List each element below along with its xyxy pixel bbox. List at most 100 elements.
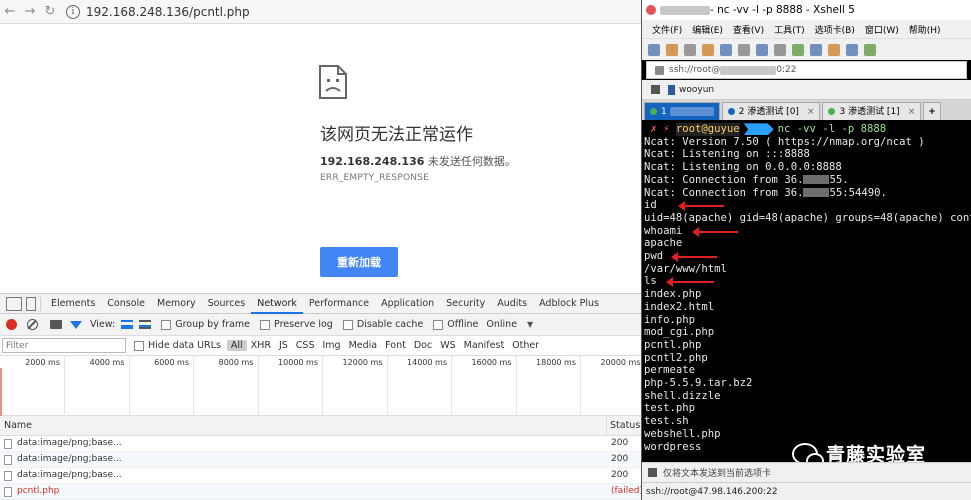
tab-application[interactable]: Application [375, 294, 440, 314]
menu-tools[interactable]: 工具(T) [774, 23, 805, 36]
properties-icon[interactable] [702, 43, 714, 56]
divider [40, 296, 41, 311]
table-row[interactable]: data:image/png;base... 200 [0, 436, 641, 452]
group-by-frame-checkbox[interactable]: Group by frame [161, 319, 250, 330]
type-filter-js[interactable]: JS [275, 340, 292, 351]
address-bar: ← → ↻ i 192.168.248.136/pcntl.php [0, 0, 641, 24]
terminal-output[interactable]: ✗ ⚡ root@guyue nc -vv -l -p 8888 Ncat: Ver… [642, 120, 971, 460]
menu-file[interactable]: 文件(F) [652, 23, 682, 36]
list-view-icon[interactable] [121, 320, 134, 329]
compose-bar[interactable]: 仅将文本发送到当前选项卡 [642, 462, 971, 482]
menu-help[interactable]: 帮助(H) [909, 23, 941, 36]
timeline-tick-label: 16000 ms [471, 358, 512, 367]
terminal-line: shell.dizzle [644, 389, 721, 402]
status-dot-icon [828, 108, 836, 115]
fullscreen-icon[interactable] [846, 43, 858, 56]
divider [606, 416, 607, 436]
bookmark-wooyun[interactable]: wooyun [679, 85, 714, 95]
terminal-line: permeate [644, 364, 696, 377]
tab-adblock-plus[interactable]: Adblock Plus [533, 294, 605, 314]
tab-elements[interactable]: Elements [45, 294, 101, 314]
tab-console[interactable]: Console [101, 294, 151, 314]
menu-edit[interactable]: 编辑(E) [692, 23, 723, 36]
device-toolbar-icon[interactable] [26, 296, 36, 311]
type-filter-xhr[interactable]: XHR [247, 340, 275, 351]
url-field[interactable]: i 192.168.248.136/pcntl.php [66, 2, 250, 22]
inspect-element-icon[interactable] [6, 296, 22, 311]
toolbar [642, 38, 971, 60]
type-filter-all[interactable]: All [226, 340, 247, 351]
menu-view[interactable]: 查看(V) [733, 23, 764, 36]
transfer-icon[interactable] [792, 43, 804, 56]
session-address-bar[interactable]: ssh://root@ 0:22 [646, 61, 967, 79]
terminal-line: test.php [644, 402, 696, 415]
filter-input[interactable] [2, 338, 126, 353]
forward-arrow-icon[interactable]: → [20, 2, 40, 22]
tab-performance[interactable]: Performance [303, 294, 375, 314]
close-icon[interactable]: × [908, 103, 916, 121]
font-icon[interactable] [828, 43, 840, 56]
record-icon[interactable] [6, 319, 17, 330]
timeline-tick-label: 12000 ms [342, 358, 383, 367]
type-filter-other[interactable]: Other [508, 340, 543, 351]
disconnect-icon[interactable] [684, 43, 696, 56]
find-icon[interactable] [756, 43, 768, 56]
hide-data-urls-checkbox[interactable]: Hide data URLs [134, 340, 221, 351]
type-filter-css[interactable]: CSS [292, 340, 319, 351]
type-filter-ws[interactable]: WS [436, 340, 459, 351]
terminal-line: apache [644, 237, 683, 250]
timeline-tick-label: 8000 ms [218, 358, 254, 367]
sad-page-icon [319, 65, 347, 99]
waterfall-view-icon[interactable] [139, 320, 152, 329]
disable-cache-checkbox[interactable]: Disable cache [342, 319, 423, 330]
tab-audits[interactable]: Audits [491, 294, 533, 314]
column-name[interactable]: Name [4, 420, 32, 431]
filter-icon[interactable] [70, 320, 82, 329]
table-row[interactable]: data:image/png;base... 200 [0, 452, 641, 468]
tab-network[interactable]: Network [251, 294, 303, 314]
table-row[interactable]: data:image/png;base... 200 [0, 468, 641, 484]
preserve-log-checkbox[interactable]: Preserve log [260, 319, 333, 330]
type-filter-font[interactable]: Font [381, 340, 410, 351]
type-filter-doc[interactable]: Doc [410, 340, 436, 351]
camera-icon[interactable] [50, 320, 62, 329]
type-filter-img[interactable]: Img [319, 340, 345, 351]
paste-icon[interactable] [738, 43, 750, 56]
reload-button[interactable]: 重新加载 [320, 247, 398, 277]
offline-checkbox[interactable]: Offline [433, 319, 478, 330]
send-arrow-icon[interactable] [651, 85, 660, 94]
globe-icon[interactable] [810, 43, 822, 56]
menu-window[interactable]: 窗口(W) [865, 23, 899, 36]
lock-icon[interactable] [864, 43, 876, 56]
network-overview-timeline[interactable]: 2000 ms 4000 ms 6000 ms 8000 ms 10000 ms 1200… [0, 356, 641, 416]
close-icon[interactable]: × [807, 103, 815, 121]
tab-memory[interactable]: Memory [151, 294, 202, 314]
type-filter-media[interactable]: Media [345, 340, 382, 351]
new-session-icon[interactable] [648, 43, 660, 56]
timeline-tick-label: 18000 ms [536, 358, 576, 367]
clear-icon[interactable] [27, 319, 38, 330]
tab-security[interactable]: Security [440, 294, 491, 314]
copy-icon[interactable] [720, 43, 732, 56]
menu-tabs[interactable]: 选项卡(B) [815, 23, 855, 36]
tab-sources[interactable]: Sources [202, 294, 252, 314]
new-tab-button[interactable]: + [923, 102, 941, 120]
column-status[interactable]: Status [610, 420, 640, 431]
terminal-line: webshell.php [644, 427, 721, 440]
table-row[interactable]: pcntl.php (failed) [0, 484, 641, 500]
open-folder-icon[interactable] [666, 43, 678, 56]
session-tab-3[interactable]: 3 渗透测试 [1] × [822, 102, 922, 121]
reload-icon[interactable]: ↻ [40, 2, 60, 22]
session-tab-2[interactable]: 2 渗透测试 [0] × [721, 102, 821, 121]
terminal-line: index.php [644, 288, 702, 301]
back-arrow-icon[interactable]: ← [0, 2, 20, 22]
throttle-select[interactable]: Online [486, 319, 517, 330]
chevron-down-icon[interactable]: ▼ [527, 320, 533, 329]
session-tab-1[interactable]: 1 [644, 102, 720, 120]
print-icon[interactable] [774, 43, 786, 56]
terminal-line: /var/www/html [644, 262, 727, 275]
terminal-line: pcntl2.php [644, 351, 708, 364]
terminal-line: Ncat: Connection from 36. 55:54490. [644, 186, 887, 199]
info-icon[interactable]: i [66, 4, 80, 19]
type-filter-manifest[interactable]: Manifest [460, 340, 509, 351]
